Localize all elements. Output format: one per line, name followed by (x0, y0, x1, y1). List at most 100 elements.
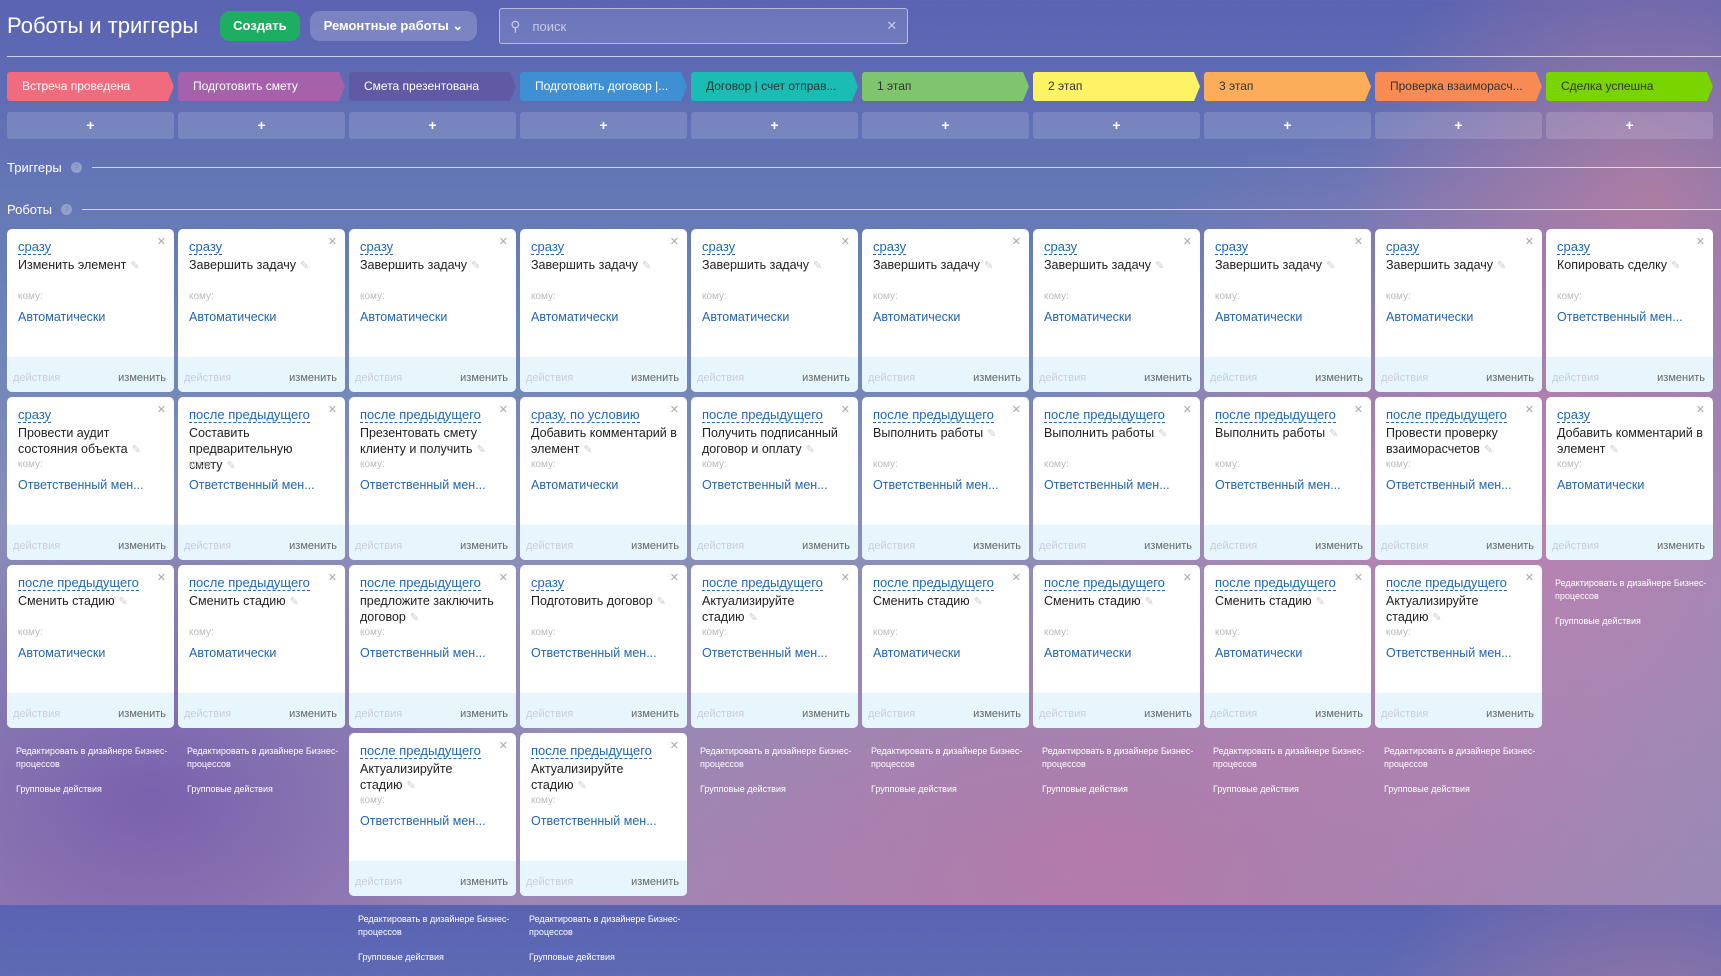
pencil-icon[interactable]: ✎ (974, 596, 983, 608)
add-trigger-button[interactable]: + (862, 112, 1029, 139)
delay-link[interactable]: после предыдущего (1044, 576, 1165, 591)
delay-link[interactable]: сразу (1215, 240, 1249, 255)
pencil-icon[interactable]: ✎ (1484, 444, 1493, 456)
delay-link[interactable]: после предыдущего (1044, 408, 1165, 423)
add-trigger-button[interactable]: + (520, 112, 687, 139)
responsible-link[interactable]: Автоматически (1044, 646, 1131, 660)
change-link[interactable]: изменить (802, 708, 850, 720)
delay-link[interactable]: сразу (1044, 240, 1078, 255)
change-link[interactable]: изменить (289, 708, 337, 720)
delay-link[interactable]: сразу (18, 408, 52, 423)
group-actions-link[interactable]: Групповые действия (187, 783, 345, 796)
responsible-link[interactable]: Ответственный мен... (1215, 478, 1341, 492)
delay-link[interactable]: после предыдущего (1215, 576, 1336, 591)
change-link[interactable]: изменить (289, 540, 337, 552)
delay-link[interactable]: сразу (18, 240, 52, 255)
delay-link[interactable]: после предыдущего (873, 576, 994, 591)
group-actions-link[interactable]: Групповые действия (16, 783, 174, 796)
responsible-link[interactable]: Ответственный мен... (18, 478, 144, 492)
actions-link[interactable]: действия (184, 540, 231, 552)
robot-card[interactable]: ✕ сразу Завершить задачу ✎ кому: Автоматическ… (862, 229, 1029, 392)
responsible-link[interactable]: Автоматически (1386, 310, 1473, 324)
pencil-icon[interactable]: ✎ (577, 780, 586, 792)
close-icon[interactable]: ✕ (157, 235, 166, 248)
close-icon[interactable]: ✕ (670, 403, 679, 416)
robot-card[interactable]: ✕ после предыдущего Составить предваритель… (178, 397, 345, 560)
create-button[interactable]: Создать (220, 11, 300, 41)
robot-card[interactable]: ✕ после предыдущего Актуализируйте стадию ✎… (520, 733, 687, 896)
robot-card[interactable]: ✕ после предыдущего Сменить стадию ✎ кому: Ав… (7, 565, 174, 728)
responsible-link[interactable]: Автоматически (1215, 310, 1302, 324)
stage-header[interactable]: Встреча проведена (7, 72, 174, 101)
close-icon[interactable]: ✕ (670, 571, 679, 584)
actions-link[interactable]: действия (1381, 540, 1428, 552)
add-trigger-button[interactable]: + (1375, 112, 1542, 139)
close-icon[interactable]: ✕ (841, 235, 850, 248)
pencil-icon[interactable]: ✎ (290, 596, 299, 608)
stage-header[interactable]: Проверка взаиморасч... (1375, 72, 1542, 101)
responsible-link[interactable]: Ответственный мен... (360, 814, 486, 828)
delay-link[interactable]: после предыдущего (702, 576, 823, 591)
category-dropdown[interactable]: Ремонтные работы ⌄ (309, 11, 478, 41)
delay-link[interactable]: сразу (1557, 240, 1591, 255)
add-trigger-button[interactable]: + (691, 112, 858, 139)
edit-in-designer-link[interactable]: Редактировать в дизайнере Бизнес-процесс… (1384, 745, 1542, 771)
delay-link[interactable]: после предыдущего (189, 576, 310, 591)
change-link[interactable]: изменить (1144, 372, 1192, 384)
pencil-icon[interactable]: ✎ (1610, 444, 1619, 456)
edit-in-designer-link[interactable]: Редактировать в дизайнере Бизнес-процесс… (1555, 577, 1713, 603)
close-icon[interactable]: ✕ (157, 403, 166, 416)
responsible-link[interactable]: Автоматически (873, 310, 960, 324)
robot-card[interactable]: ✕ сразу Добавить комментарий в элемент ✎ ком… (1546, 397, 1713, 560)
actions-link[interactable]: действия (526, 372, 573, 384)
close-icon[interactable]: ✕ (1525, 403, 1534, 416)
delay-link[interactable]: сразу (360, 240, 394, 255)
responsible-link[interactable]: Автоматически (1044, 310, 1131, 324)
stage-header[interactable]: 2 этап (1033, 72, 1200, 101)
robot-card[interactable]: ✕ после предыдущего Выполнить работы ✎ кому:… (1033, 397, 1200, 560)
change-link[interactable]: изменить (1486, 708, 1534, 720)
close-icon[interactable]: ✕ (1354, 571, 1363, 584)
robot-card[interactable]: ✕ после предыдущего Сменить стадию ✎ кому: Ав… (1033, 565, 1200, 728)
change-link[interactable]: изменить (460, 540, 508, 552)
help-icon[interactable]: ? (61, 204, 73, 215)
responsible-link[interactable]: Ответственный мен... (360, 646, 486, 660)
robot-card[interactable]: ✕ после предыдущего Актуализируйте стадию ✎… (1375, 565, 1542, 728)
actions-link[interactable]: действия (184, 708, 231, 720)
close-icon[interactable]: ✕ (157, 571, 166, 584)
actions-link[interactable]: действия (1381, 708, 1428, 720)
delay-link[interactable]: сразу (1386, 240, 1420, 255)
robot-card[interactable]: ✕ после предыдущего предложите заключить д… (349, 565, 516, 728)
close-icon[interactable]: ✕ (841, 571, 850, 584)
edit-in-designer-link[interactable]: Редактировать в дизайнере Бизнес-процесс… (871, 745, 1029, 771)
delay-link[interactable]: после предыдущего (360, 744, 481, 759)
change-link[interactable]: изменить (1486, 540, 1534, 552)
change-link[interactable]: изменить (460, 372, 508, 384)
responsible-link[interactable]: Ответственный мен... (1044, 478, 1170, 492)
responsible-link[interactable]: Автоматически (531, 478, 618, 492)
robot-card[interactable]: ✕ после предыдущего Получить подписанный д… (691, 397, 858, 560)
close-icon[interactable]: ✕ (1354, 403, 1363, 416)
robot-card[interactable]: ✕ сразу Завершить задачу ✎ кому: Автоматическ… (1375, 229, 1542, 392)
actions-link[interactable]: действия (868, 708, 915, 720)
close-icon[interactable]: ✕ (1354, 235, 1363, 248)
close-icon[interactable]: ✕ (1183, 571, 1192, 584)
help-icon[interactable]: ? (70, 162, 82, 173)
robot-card[interactable]: ✕ после предыдущего Выполнить работы ✎ кому:… (1204, 397, 1371, 560)
actions-link[interactable]: действия (13, 372, 60, 384)
pencil-icon[interactable]: ✎ (748, 612, 757, 624)
pencil-icon[interactable]: ✎ (471, 260, 480, 272)
robot-card[interactable]: ✕ сразу Завершить задачу ✎ кому: Автоматическ… (178, 229, 345, 392)
responsible-link[interactable]: Автоматически (702, 310, 789, 324)
actions-link[interactable]: действия (526, 876, 573, 888)
change-link[interactable]: изменить (631, 540, 679, 552)
change-link[interactable]: изменить (973, 372, 1021, 384)
delay-link[interactable]: сразу (702, 240, 736, 255)
actions-link[interactable]: действия (355, 708, 402, 720)
actions-link[interactable]: действия (1039, 540, 1086, 552)
change-link[interactable]: изменить (973, 540, 1021, 552)
pencil-icon[interactable]: ✎ (406, 780, 415, 792)
pencil-icon[interactable]: ✎ (227, 460, 236, 472)
edit-in-designer-link[interactable]: Редактировать в дизайнере Бизнес-процесс… (529, 913, 687, 939)
robot-card[interactable]: ✕ после предыдущего Сменить стадию ✎ кому: Ав… (178, 565, 345, 728)
